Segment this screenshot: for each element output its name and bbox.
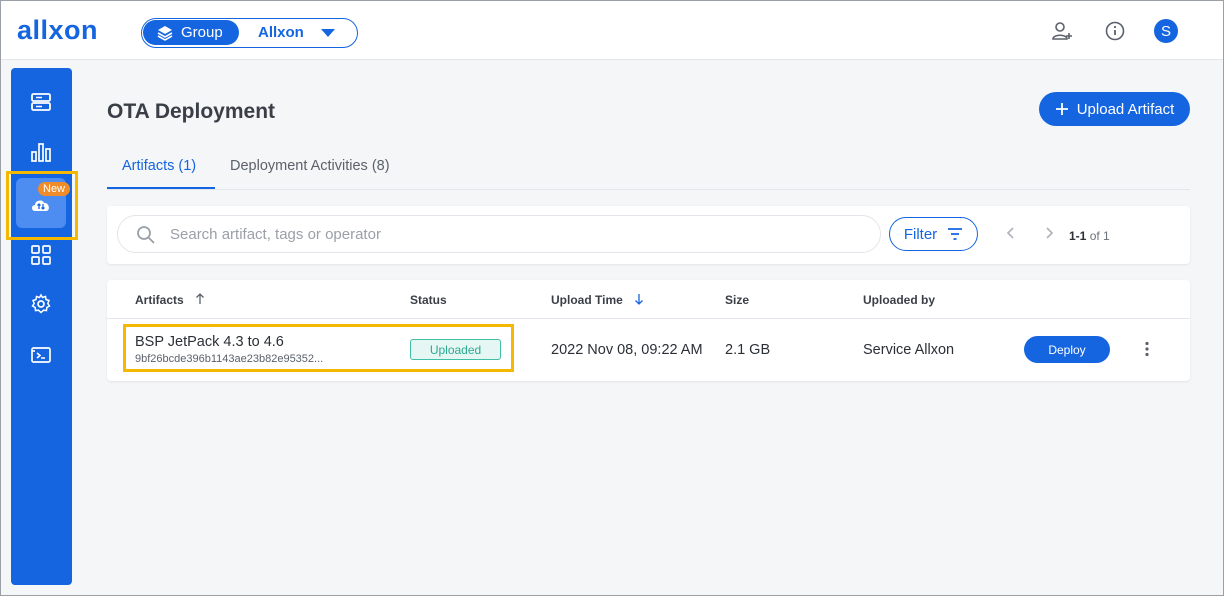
info-icon[interactable] xyxy=(1103,19,1127,43)
column-header-artifacts[interactable]: Artifacts xyxy=(135,293,205,307)
column-header-upload-time[interactable]: Upload Time xyxy=(551,293,644,307)
highlight-box-artifact-row xyxy=(123,324,514,372)
sort-down-icon[interactable] xyxy=(634,293,644,305)
uploaded-by-cell: Service Allxon xyxy=(863,342,955,358)
page-title: OTA Deployment xyxy=(107,100,276,123)
sidebar: New xyxy=(11,68,72,585)
scope-type-label: Group xyxy=(181,24,223,41)
search-box[interactable] xyxy=(117,215,881,253)
plus-icon xyxy=(1055,103,1068,115)
pagination-info: 1-1 of 1 xyxy=(1069,229,1110,243)
bar-chart-icon[interactable] xyxy=(29,140,53,164)
column-header-artifacts-label: Artifacts xyxy=(135,293,184,307)
highlight-box-sidebar xyxy=(6,171,78,240)
column-header-uploaded-by: Uploaded by xyxy=(863,293,936,307)
search-toolbar: Filter 1-1 of 1 xyxy=(107,206,1190,264)
more-options-icon[interactable] xyxy=(1144,341,1150,357)
header-divider xyxy=(107,318,1190,319)
upload-time-cell: 2022 Nov 08, 09:22 AM xyxy=(551,342,703,358)
filter-button[interactable]: Filter xyxy=(889,217,978,251)
terminal-icon[interactable] xyxy=(29,343,53,367)
sort-up-icon[interactable] xyxy=(195,293,205,305)
add-user-icon[interactable] xyxy=(1050,19,1074,43)
chevron-down-icon[interactable] xyxy=(321,29,335,37)
filter-label: Filter xyxy=(903,225,938,243)
server-icon[interactable] xyxy=(29,90,53,114)
upload-artifact-label: Upload Artifact xyxy=(1076,100,1175,118)
search-input[interactable] xyxy=(170,223,860,245)
grid-icon[interactable] xyxy=(29,243,53,267)
pagination-range: 1-1 xyxy=(1069,229,1087,243)
user-avatar[interactable]: S xyxy=(1154,19,1178,43)
tab-bar: Artifacts (1) Deployment Activities (8) xyxy=(107,153,1190,190)
gear-icon[interactable] xyxy=(29,292,53,316)
chevron-right-icon[interactable] xyxy=(1043,226,1055,240)
upload-artifact-button[interactable]: Upload Artifact xyxy=(1039,92,1190,126)
app-window: allxon Group Allxon S New OTA Deployment… xyxy=(0,0,1224,596)
search-icon xyxy=(137,226,155,244)
layers-icon xyxy=(157,25,173,41)
column-header-status: Status xyxy=(410,293,447,307)
filter-icon xyxy=(948,228,963,240)
size-cell: 2.1 GB xyxy=(725,342,771,358)
allxon-logo[interactable]: allxon xyxy=(17,15,98,46)
chevron-left-icon[interactable] xyxy=(1005,226,1017,240)
tab-artifacts[interactable]: Artifacts (1) xyxy=(122,158,196,174)
scope-name-label: Allxon xyxy=(258,24,304,41)
column-header-upload-time-label: Upload Time xyxy=(551,293,623,307)
scope-type-pill[interactable]: Group xyxy=(143,20,239,45)
scope-selector[interactable]: Group Allxon xyxy=(141,18,358,48)
top-bar: allxon Group Allxon S xyxy=(1,1,1223,60)
deploy-button[interactable]: Deploy xyxy=(1024,336,1110,363)
active-tab-indicator xyxy=(107,187,215,189)
tab-deployment-activities[interactable]: Deployment Activities (8) xyxy=(230,158,390,174)
pagination-total: of 1 xyxy=(1089,229,1110,243)
column-header-size: Size xyxy=(725,293,750,307)
